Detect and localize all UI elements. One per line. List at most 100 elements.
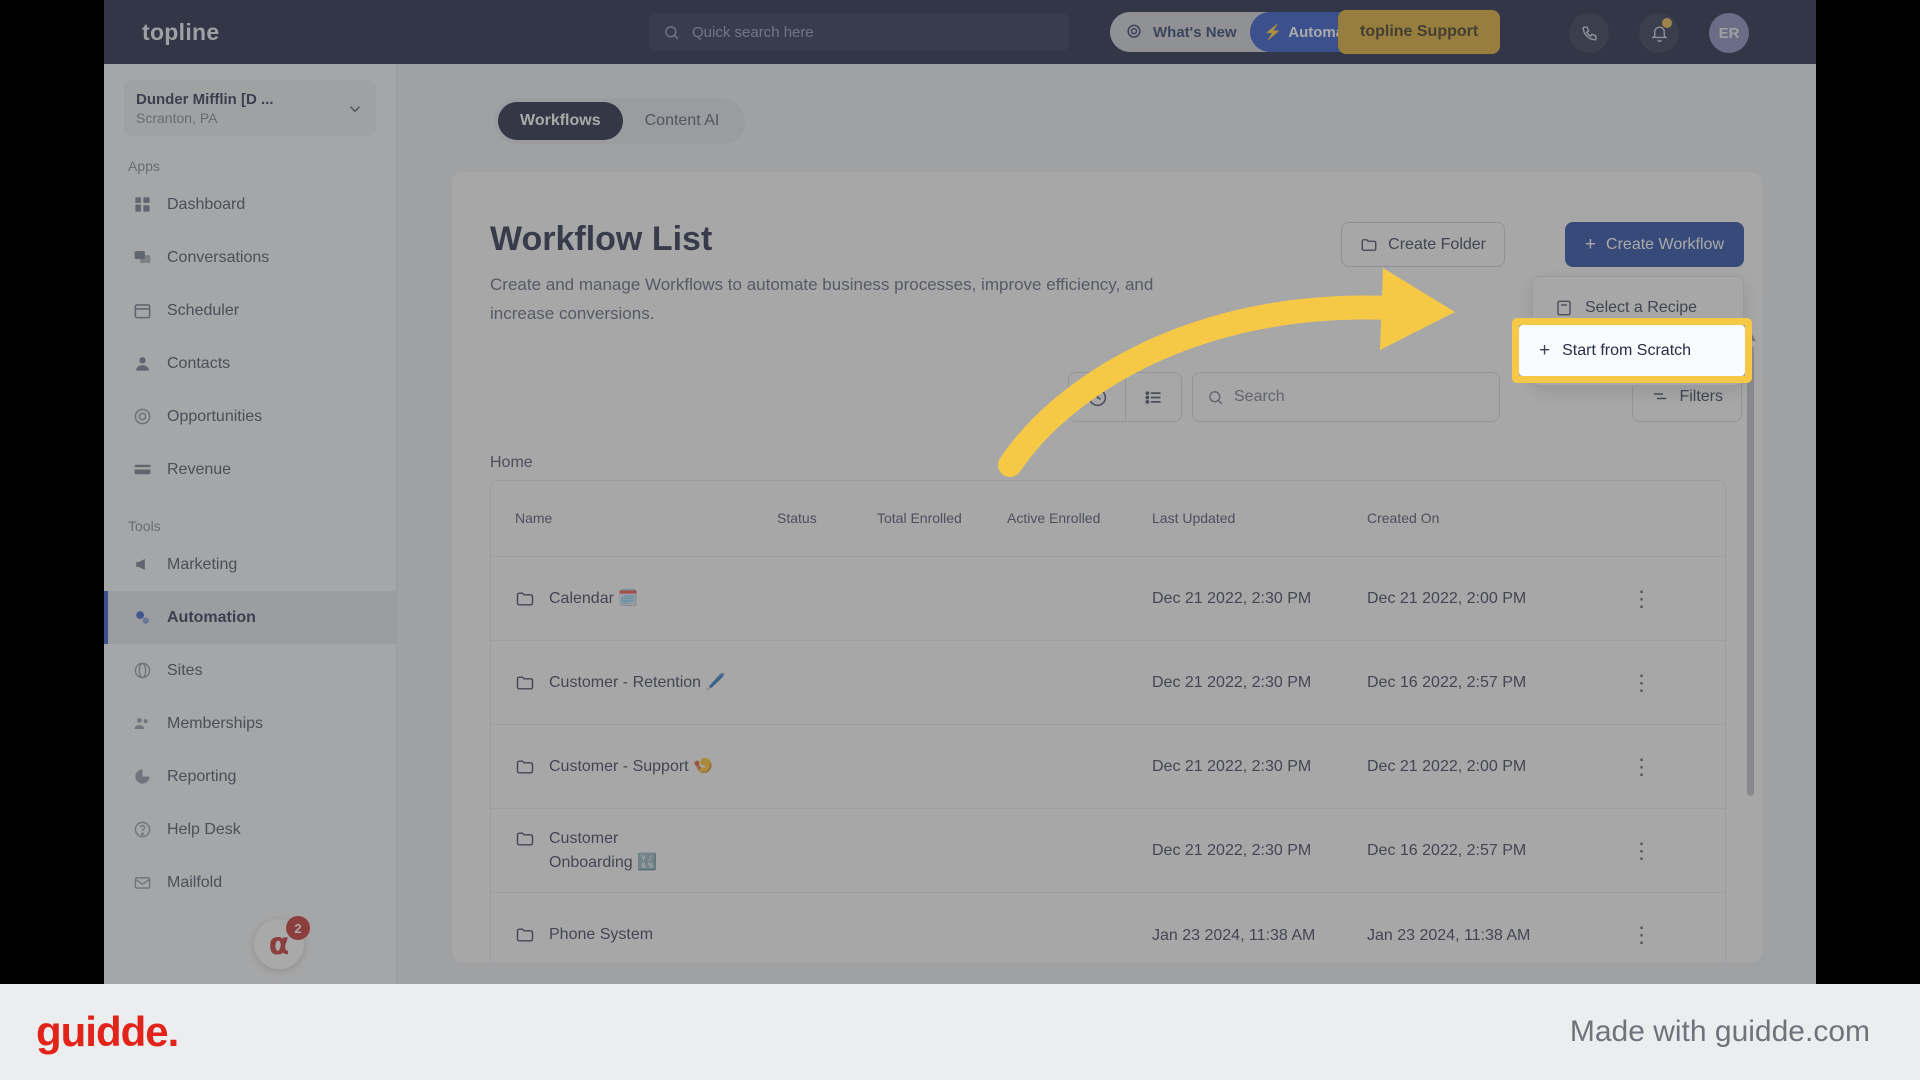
row-actions-button[interactable]: ⋮	[1597, 584, 1687, 614]
megaphone-icon	[1127, 24, 1141, 38]
gears-icon	[132, 608, 152, 628]
folder-icon	[516, 831, 534, 846]
sidebar: Dunder Mifflin [D ... Scranton, PA Apps …	[104, 64, 397, 984]
sidebar-item-marketing[interactable]: Marketing	[104, 538, 396, 591]
page-description: Create and manage Workflows to automate …	[490, 275, 1154, 323]
sidebar-item-help-desk[interactable]: Help Desk	[104, 803, 396, 856]
global-search-input[interactable]: Quick search here	[649, 13, 1069, 51]
sidebar-label: Revenue	[167, 460, 232, 478]
row-emoji: 🖊️	[705, 673, 726, 691]
sidebar-item-dashboard[interactable]: Dashboard	[104, 178, 396, 231]
workflow-card: Workflow List Create and manage Workflow…	[452, 172, 1762, 962]
sidebar-item-conversations[interactable]: Conversations	[104, 231, 396, 284]
sidebar-label: Dashboard	[167, 195, 246, 213]
card-icon	[132, 460, 152, 480]
view-mode-group	[1068, 372, 1182, 422]
row-created-on: Dec 16 2022, 2:57 PM	[1367, 674, 1527, 691]
sidebar-label: Conversations	[167, 248, 270, 266]
sidebar-item-mailfold[interactable]: Mailfold	[104, 856, 396, 909]
mail-icon	[132, 873, 152, 893]
tab-workflows[interactable]: Workflows	[498, 102, 623, 140]
row-status	[777, 925, 877, 945]
table-row[interactable]: Customer - Support 🍤 Dec 21 2022, 2:30 P…	[491, 725, 1725, 809]
folder-icon	[516, 675, 534, 690]
notifications-button[interactable]	[1639, 13, 1679, 53]
column-status: Status	[777, 510, 817, 526]
sidebar-label: Automation	[167, 608, 256, 626]
app-logo[interactable]: topline	[142, 19, 219, 46]
table-row[interactable]: Calendar 🗓️ Dec 21 2022, 2:30 PM Dec 21 …	[491, 557, 1725, 641]
history-view-button[interactable]	[1069, 373, 1125, 421]
clock-icon	[1088, 388, 1106, 406]
sidebar-label: Opportunities	[167, 407, 263, 425]
sidebar-item-revenue[interactable]: Revenue	[104, 443, 396, 496]
sidebar-item-scheduler[interactable]: Scheduler	[104, 284, 396, 337]
row-emoji: 🗓️	[618, 589, 639, 607]
sidebar-item-contacts[interactable]: Contacts	[104, 337, 396, 390]
row-status	[777, 757, 877, 777]
row-name-cell: Customer - Retention 🖊️	[491, 661, 777, 705]
notification-dot	[1662, 18, 1672, 28]
question-icon	[132, 820, 152, 840]
kebab-menu-icon: ⋮	[1630, 753, 1654, 779]
folder-icon	[1361, 238, 1377, 251]
top-bar: topline Quick search here What's New ⚡ A…	[104, 0, 1816, 64]
workflow-table: Name Status Total Enrolled Active Enroll…	[490, 480, 1726, 962]
create-folder-button[interactable]: Create Folder	[1341, 222, 1505, 267]
sidebar-label: Mailfold	[167, 873, 223, 891]
view-tabs: Workflows Content AI	[494, 98, 746, 144]
support-button[interactable]: topline Support	[1338, 10, 1501, 54]
guidde-footer: guidde. Made with guidde.com	[0, 984, 1920, 1080]
row-active	[1007, 925, 1152, 945]
row-actions-button[interactable]: ⋮	[1597, 836, 1687, 866]
sidebar-item-sites[interactable]: Sites	[104, 644, 396, 697]
row-active	[1007, 589, 1152, 609]
sidebar-item-opportunities[interactable]: Opportunities	[104, 390, 396, 443]
list-view-button[interactable]	[1125, 373, 1181, 421]
highlighted-start-from-scratch[interactable]: + Start from Scratch	[1519, 325, 1745, 376]
tools-section-header: Tools	[128, 518, 161, 534]
recipe-icon	[1557, 300, 1571, 316]
globe-icon	[132, 661, 152, 681]
row-active	[1007, 673, 1152, 693]
dropdown-label: Select a Recipe	[1585, 299, 1698, 316]
table-row[interactable]: Phone System Jan 23 2024, 11:38 AM Jan 2…	[491, 893, 1725, 962]
filters-label: Filters	[1679, 388, 1723, 405]
row-name: Customer - Support	[549, 757, 689, 775]
list-search-input[interactable]: Search	[1192, 372, 1500, 422]
made-with-guidde: Made with guidde.com	[1569, 1015, 1870, 1048]
list-icon	[1145, 390, 1161, 404]
table-row[interactable]: Customer - Retention 🖊️ Dec 21 2022, 2:3…	[491, 641, 1725, 725]
global-search-placeholder: Quick search here	[692, 23, 814, 41]
target-icon	[132, 407, 152, 427]
location-sub: Scranton, PA	[136, 109, 218, 126]
sidebar-label: Sites	[167, 661, 203, 679]
vertical-scrollbar[interactable]	[1747, 346, 1754, 796]
panel-toggle-icon[interactable]	[328, 146, 352, 170]
table-row[interactable]: Customer Onboarding 🔣 Dec 21 2022, 2:30 …	[491, 809, 1725, 893]
chevron-down-icon	[349, 106, 361, 113]
apps-section-header: Apps	[128, 158, 160, 174]
tab-content-ai[interactable]: Content AI	[623, 102, 742, 140]
row-status	[777, 841, 877, 861]
row-actions-button[interactable]: ⋮	[1597, 752, 1687, 782]
row-name-cell: Customer - Support 🍤	[491, 745, 777, 789]
phone-button[interactable]	[1569, 13, 1609, 53]
row-emoji: 🔣	[637, 853, 657, 871]
sidebar-item-automation[interactable]: Automation	[104, 591, 396, 644]
sidebar-item-reporting[interactable]: Reporting	[104, 750, 396, 803]
plus-icon: +	[1584, 233, 1597, 255]
row-actions-button[interactable]: ⋮	[1597, 920, 1687, 950]
create-workflow-button[interactable]: + Create Workflow	[1564, 222, 1744, 267]
row-actions-button[interactable]: ⋮	[1597, 668, 1687, 698]
sidebar-item-memberships[interactable]: Memberships	[104, 697, 396, 750]
sidebar-label: Help Desk	[167, 820, 241, 838]
row-name-cell: Calendar 🗓️	[491, 577, 777, 621]
user-avatar[interactable]: ER	[1709, 13, 1749, 53]
folder-icon	[516, 591, 534, 606]
row-total	[877, 925, 1007, 945]
breadcrumb[interactable]: Home	[490, 454, 533, 472]
piechart-icon	[132, 767, 152, 787]
location-switcher[interactable]: Dunder Mifflin [D ... Scranton, PA	[124, 80, 376, 136]
dashboard-icon	[132, 195, 152, 215]
